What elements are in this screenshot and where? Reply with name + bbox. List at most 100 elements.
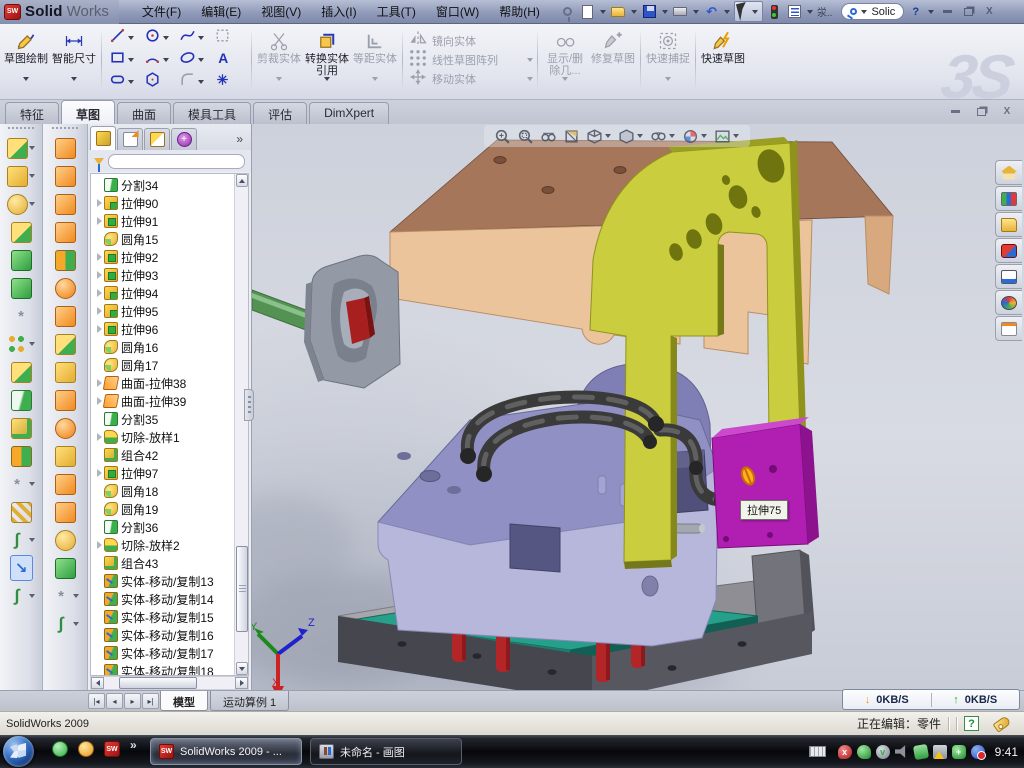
previous-view-icon[interactable]: [540, 128, 557, 145]
dropdown-arrow-icon[interactable]: [29, 538, 35, 542]
menu-1[interactable]: 编辑(E): [192, 0, 250, 23]
taskpane-file-explorer-button[interactable]: [995, 212, 1022, 237]
undo-dropdown[interactable]: [724, 10, 730, 14]
dropdown-arrow-icon[interactable]: [29, 146, 35, 150]
tray-security-green-icon[interactable]: [857, 745, 871, 759]
first-tab-button[interactable]: |◂: [88, 693, 105, 709]
3d-model-scene[interactable]: Y Z X: [252, 124, 1024, 690]
commandtab-1[interactable]: 草图: [61, 100, 115, 124]
tree-item-14[interactable]: 切除-放样1: [91, 428, 234, 446]
commandtab-5[interactable]: DimXpert: [309, 102, 389, 124]
language-keyboard-icon[interactable]: [809, 746, 826, 757]
view-orientation-icon[interactable]: [586, 128, 612, 145]
sketch-tool-polygon[interactable]: [142, 71, 176, 92]
tree-item-11[interactable]: 曲面-拉伸38: [91, 374, 234, 392]
surface-tool-4[interactable]: [55, 219, 76, 245]
dropdown-arrow-icon[interactable]: [128, 58, 134, 62]
feature-tool-16[interactable]: ↘: [10, 555, 33, 581]
dropdown-arrow-icon[interactable]: [23, 77, 29, 81]
taskpane-toolbox-button[interactable]: [995, 238, 1022, 263]
dropdown-arrow-icon[interactable]: [372, 77, 378, 81]
tree-horizontal-scrollbar[interactable]: [90, 676, 249, 690]
sketch-tool-circle[interactable]: [142, 27, 176, 48]
menu-5[interactable]: 窗口(W): [427, 0, 488, 23]
dropdown-arrow-icon[interactable]: [527, 77, 533, 81]
expand-arrow-icon[interactable]: [94, 541, 104, 549]
save-dropdown[interactable]: [662, 10, 668, 14]
rebuild-icon[interactable]: [766, 3, 783, 20]
commandtab-2[interactable]: 曲面: [117, 102, 171, 124]
feature-tool-12[interactable]: [11, 443, 32, 469]
doc-minimize-button[interactable]: [946, 104, 964, 119]
feature-tool-1[interactable]: [7, 135, 36, 161]
dropdown-arrow-icon[interactable]: [527, 58, 533, 62]
undo-icon[interactable]: ↶: [703, 3, 720, 20]
surface-tool-9[interactable]: [55, 359, 76, 385]
dropdown-arrow-icon[interactable]: [29, 342, 35, 346]
tab-dimxpertmanager[interactable]: +: [171, 128, 197, 150]
app-close-button[interactable]: X: [980, 4, 998, 19]
surface-tool-5[interactable]: [55, 247, 76, 273]
open-dropdown[interactable]: [631, 10, 637, 14]
quicklaunch-chevron[interactable]: »: [130, 738, 137, 752]
last-tab-button[interactable]: ▸|: [142, 693, 159, 709]
tree-item-27[interactable]: 实体-移动/复制18: [91, 662, 234, 675]
feature-tool-8[interactable]: [7, 331, 36, 357]
tree-item-17[interactable]: 圆角18: [91, 482, 234, 500]
tab-featuremanager-tree[interactable]: [90, 126, 116, 150]
dropdown-arrow-icon[interactable]: [29, 202, 35, 206]
menu-2[interactable]: 视图(V): [252, 0, 310, 23]
feature-tool-5[interactable]: [11, 247, 32, 273]
tree-item-3[interactable]: 圆角15: [91, 230, 234, 248]
search-input[interactable]: Solic: [871, 6, 895, 18]
feature-tool-2[interactable]: [7, 163, 36, 189]
dropdown-arrow-icon[interactable]: [562, 77, 568, 81]
scroll-left-arrow[interactable]: [91, 677, 104, 689]
tree-item-20[interactable]: 切除-放样2: [91, 536, 234, 554]
tree-item-23[interactable]: 实体-移动/复制14: [91, 590, 234, 608]
dropdown-arrow-icon[interactable]: [324, 77, 330, 81]
feature-tool-10[interactable]: [11, 387, 32, 413]
new-file-dropdown[interactable]: [600, 10, 606, 14]
previous-tab-button[interactable]: ◂: [106, 693, 123, 709]
tree-item-19[interactable]: 分割36: [91, 518, 234, 536]
tree-item-10[interactable]: 圆角17: [91, 356, 234, 374]
menu-3[interactable]: 插入(I): [312, 0, 365, 23]
expand-arrow-icon[interactable]: [94, 199, 104, 207]
tray-network-warning-icon[interactable]: [933, 745, 947, 759]
pin-icon[interactable]: [559, 3, 576, 20]
tree-item-4[interactable]: 拉伸92: [91, 248, 234, 266]
tree-filter-input[interactable]: [108, 154, 245, 169]
ribbon-button-relations[interactable]: 显示/删除几...: [541, 26, 589, 93]
model-tab-1[interactable]: 运动算例 1: [210, 691, 289, 711]
tree-item-13[interactable]: 分割35: [91, 410, 234, 428]
tree-item-25[interactable]: 实体-移动/复制16: [91, 626, 234, 644]
dropdown-arrow-icon[interactable]: [71, 77, 77, 81]
tree-item-24[interactable]: 实体-移动/复制15: [91, 608, 234, 626]
tray-security-red-icon[interactable]: x: [838, 745, 852, 759]
quicklaunch-antivirus-icon[interactable]: [78, 741, 94, 757]
expand-arrow-icon[interactable]: [94, 271, 104, 279]
tree-item-26[interactable]: 实体-移动/复制17: [91, 644, 234, 662]
surface-tool-18[interactable]: ∫: [51, 611, 80, 637]
tag-icon[interactable]: [993, 715, 1012, 732]
network-speed-widget[interactable]: ↓0KB/S ↑0KB/S: [842, 689, 1020, 710]
part-slide-clamp[interactable]: [304, 255, 400, 388]
scene-icon[interactable]: [714, 128, 740, 145]
expand-arrow-icon[interactable]: [94, 217, 104, 225]
ribbon-button-pattern[interactable]: 线性草图阵列: [406, 51, 534, 68]
tree-item-1[interactable]: 拉伸90: [91, 194, 234, 212]
quicklaunch-messenger-icon[interactable]: [52, 741, 68, 757]
ribbon-button-offset[interactable]: 等距实体: [351, 26, 399, 93]
sketch-tool-arc[interactable]: [142, 49, 176, 70]
expand-arrow-icon[interactable]: [94, 253, 104, 261]
dropdown-arrow-icon[interactable]: [605, 134, 611, 138]
feature-tool-7[interactable]: *: [11, 303, 32, 329]
app-minimize-button[interactable]: [938, 4, 956, 19]
surface-tool-14[interactable]: [55, 499, 76, 525]
dropdown-arrow-icon[interactable]: [163, 36, 169, 40]
expand-arrow-icon[interactable]: [94, 289, 104, 297]
display-style-icon[interactable]: [618, 128, 644, 145]
options-icon[interactable]: [786, 3, 803, 20]
sketch-tool-line[interactable]: [107, 27, 141, 48]
